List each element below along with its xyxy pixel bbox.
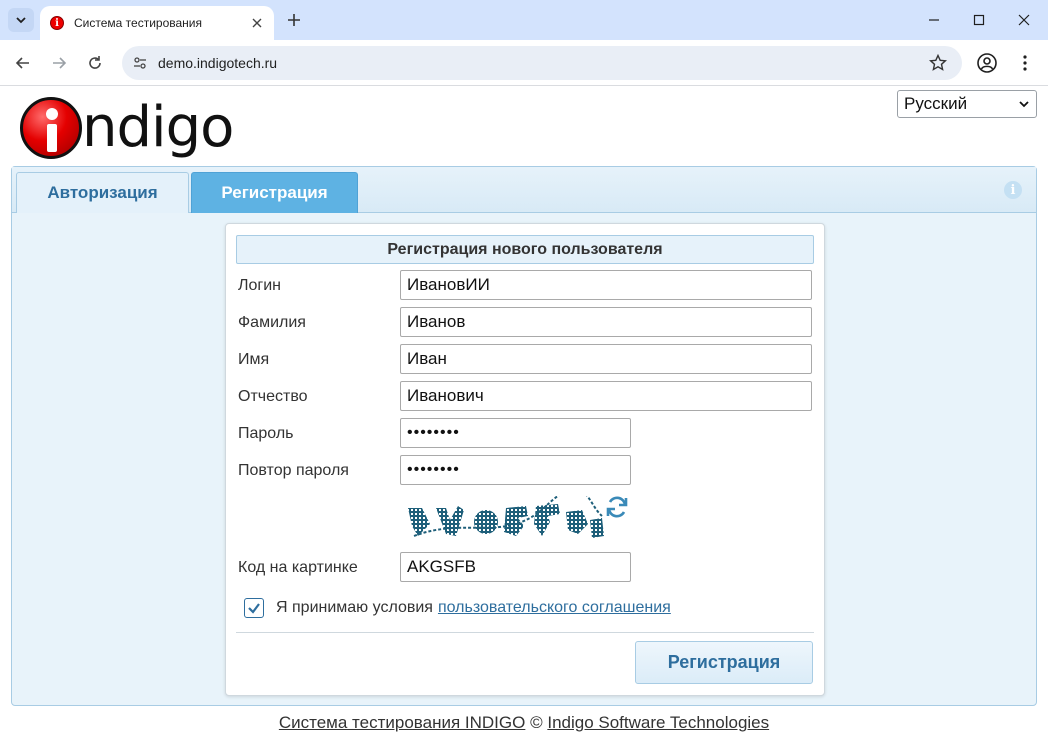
- back-button[interactable]: [8, 48, 38, 78]
- form-title: Регистрация нового пользователя: [236, 235, 814, 264]
- captcha-image: [408, 496, 604, 538]
- browser-titlebar: i Система тестирования: [0, 0, 1048, 40]
- reload-icon: [89, 56, 101, 69]
- close-icon: [252, 18, 262, 28]
- language-select[interactable]: Русский: [897, 90, 1037, 118]
- footer: Система тестирования INDIGO © Indigo Sof…: [0, 713, 1048, 733]
- login-label: Логин: [238, 277, 282, 294]
- agreement-link[interactable]: пользовательского соглашения: [438, 599, 671, 617]
- kebab-menu-icon[interactable]: [1014, 52, 1036, 74]
- minimize-icon: [929, 19, 939, 21]
- first-name-input[interactable]: Иван: [400, 344, 812, 374]
- login-input[interactable]: ИвановИИ: [400, 270, 812, 300]
- password-label: Пароль: [238, 425, 294, 442]
- password-input[interactable]: ••••••••: [400, 418, 631, 448]
- footer-company-link[interactable]: Indigo Software Technologies: [547, 713, 769, 732]
- address-bar[interactable]: demo.indigotech.ru: [122, 46, 962, 80]
- logo-i-icon: [20, 97, 82, 159]
- page-content: ndigo Русский Авторизация Регистрация i …: [0, 87, 1048, 740]
- forward-button[interactable]: [44, 48, 74, 78]
- bookmark-star-icon[interactable]: [928, 53, 948, 73]
- arrow-right-icon: [53, 57, 67, 69]
- reload-button[interactable]: [80, 48, 110, 78]
- footer-system-link[interactable]: Система тестирования INDIGO: [279, 713, 525, 732]
- register-button[interactable]: Регистрация: [635, 641, 813, 684]
- refresh-captcha-icon[interactable]: [603, 493, 631, 521]
- favicon-icon: i: [50, 16, 64, 30]
- tab-search-button[interactable]: [8, 8, 34, 32]
- chevron-down-icon: [1019, 101, 1029, 108]
- captcha-code-input[interactable]: AKGSFB: [400, 552, 631, 582]
- tab-registration[interactable]: Регистрация: [191, 172, 358, 213]
- agreement-checkbox[interactable]: [244, 598, 264, 618]
- url-text[interactable]: demo.indigotech.ru: [158, 55, 277, 71]
- tab-bar: Авторизация Регистрация i: [12, 167, 1036, 213]
- window-close-button[interactable]: [1001, 6, 1047, 34]
- profile-icon[interactable]: [976, 52, 998, 74]
- browser-tab[interactable]: i Система тестирования: [40, 6, 274, 40]
- captcha-code-label: Код на картинке: [238, 559, 358, 576]
- maximize-icon: [973, 14, 985, 26]
- agreement-text: Я принимаю условия: [276, 599, 433, 616]
- registration-form: Регистрация нового пользователя Логин Ив…: [225, 223, 825, 696]
- logo-text: ndigo: [82, 95, 234, 160]
- form-divider: [236, 632, 814, 633]
- plus-icon: [288, 14, 300, 26]
- last-name-input[interactable]: Иванов: [400, 307, 812, 337]
- tab-close-button[interactable]: [248, 14, 266, 32]
- checkmark-icon: [248, 603, 260, 614]
- site-info-icon[interactable]: [130, 53, 150, 73]
- chevron-down-icon: [16, 17, 26, 24]
- browser-toolbar: demo.indigotech.ru: [0, 40, 1048, 86]
- info-icon[interactable]: i: [1004, 181, 1022, 199]
- maximize-button[interactable]: [956, 6, 1002, 34]
- patronymic-input[interactable]: Иванович: [400, 381, 812, 411]
- footer-copyright: ©: [530, 713, 543, 732]
- minimize-button[interactable]: [911, 6, 957, 34]
- patronymic-label: Отчество: [238, 388, 308, 405]
- close-icon: [1018, 14, 1030, 26]
- first-name-label: Имя: [238, 351, 270, 368]
- language-selected: Русский: [904, 94, 968, 113]
- tab-authorization[interactable]: Авторизация: [16, 172, 189, 213]
- agreement-row: Я принимаю условия пользовательского сог…: [244, 598, 671, 618]
- password-repeat-input[interactable]: ••••••••: [400, 455, 631, 485]
- main-panel: Авторизация Регистрация i Регистрация но…: [11, 166, 1037, 706]
- new-tab-button[interactable]: [282, 8, 306, 32]
- password-repeat-label: Повтор пароля: [238, 462, 349, 479]
- arrow-left-icon: [15, 57, 29, 69]
- tab-title: Система тестирования: [74, 16, 202, 30]
- indigo-logo: ndigo: [20, 93, 234, 163]
- last-name-label: Фамилия: [238, 314, 306, 331]
